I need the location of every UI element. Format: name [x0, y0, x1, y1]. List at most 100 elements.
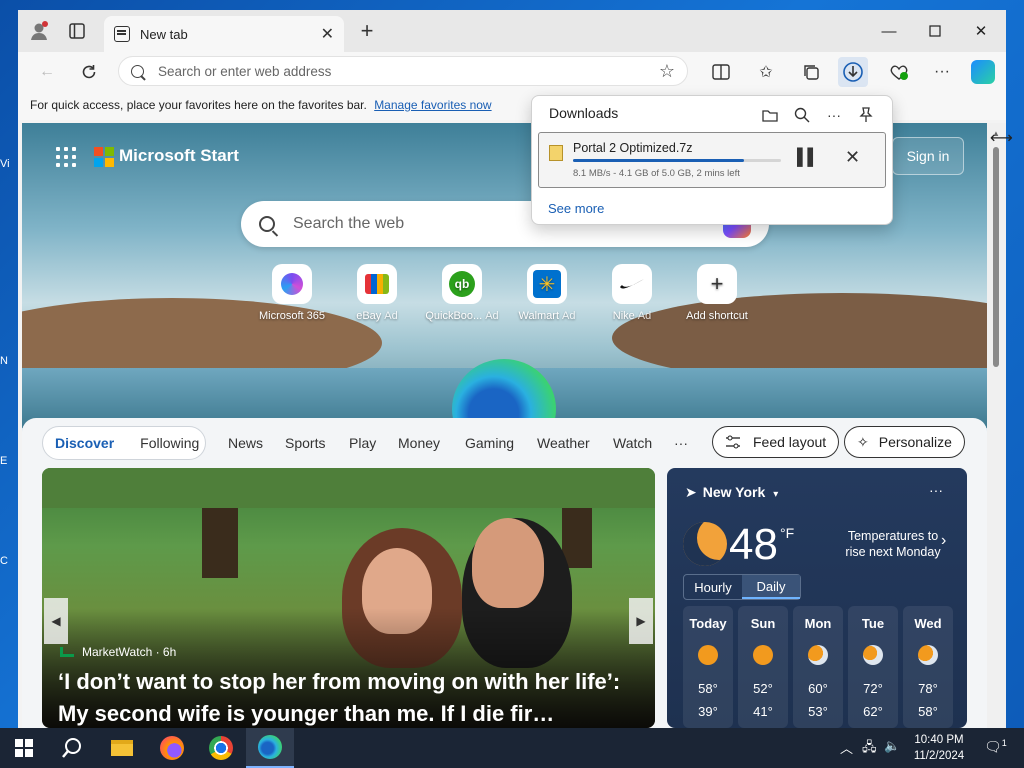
nav-watch[interactable]: Watch: [613, 435, 652, 451]
hourly-tab[interactable]: Hourly: [684, 575, 742, 599]
forecast-day[interactable]: Sun 52° 41°: [738, 606, 788, 728]
desktop-icon-label[interactable]: Vi: [0, 158, 18, 170]
collections-icon[interactable]: [796, 57, 826, 87]
partly-cloudy-icon: [918, 645, 938, 665]
page-scrollbar[interactable]: ▲: [987, 123, 1006, 728]
walmart-icon: ✳: [527, 264, 567, 304]
archive-file-icon: [549, 145, 563, 161]
forecast-day[interactable]: Wed 78° 58°: [903, 606, 953, 728]
shortcut-nike[interactable]: Nike Ad: [587, 264, 677, 322]
volume-muted-icon[interactable]: 🔈: [884, 738, 900, 754]
chrome-icon[interactable]: [197, 728, 245, 768]
address-bar[interactable]: Search or enter web address ☆: [118, 56, 688, 86]
search-icon[interactable]: [48, 728, 96, 768]
featured-article-card[interactable]: ◀ ▶ MarketWatch · 6h ‘I don’t want to st…: [42, 468, 655, 728]
daily-tab[interactable]: Daily: [742, 575, 800, 599]
profile-icon[interactable]: [24, 16, 54, 46]
next-article-button[interactable]: ▶: [629, 598, 653, 644]
close-window-button[interactable]: ✕: [958, 10, 1004, 52]
taskbar: ︿ 🖧 🔈 10:40 PM 11/2/2024 🗨1: [0, 728, 1024, 768]
tab-new-tab[interactable]: New tab ✕: [104, 16, 344, 52]
forecast-day[interactable]: Mon 60° 53°: [793, 606, 843, 728]
nav-weather[interactable]: Weather: [537, 435, 590, 451]
low-temp: 53°: [808, 704, 828, 719]
previous-article-button[interactable]: ◀: [44, 598, 68, 644]
ebay-icon: [357, 264, 397, 304]
tab-actions-icon[interactable]: [62, 16, 92, 46]
nav-play[interactable]: Play: [349, 435, 376, 451]
personalize-button[interactable]: ✧ Personalize: [844, 426, 965, 458]
copilot-icon[interactable]: [968, 57, 998, 87]
sign-in-button[interactable]: Sign in: [892, 137, 964, 175]
cancel-download-icon[interactable]: ✕: [845, 147, 860, 168]
shortcut-ebay[interactable]: eBay Ad: [332, 264, 422, 322]
low-temp: 62°: [863, 704, 883, 719]
nike-swoosh-icon: [612, 264, 652, 304]
shortcut-label: Add shortcut: [686, 310, 748, 322]
maximize-button[interactable]: [912, 10, 958, 52]
sunny-icon: [698, 645, 718, 665]
nav-gaming[interactable]: Gaming: [465, 435, 514, 451]
plus-icon: +: [697, 264, 737, 304]
desktop-icon-label[interactable]: E: [0, 455, 18, 467]
weather-card[interactable]: ➤ New York ▾ ··· 48 °F Temperatures to ris…: [667, 468, 967, 728]
download-item[interactable]: Portal 2 Optimized.7z 8.1 MB/s - 4.1 GB …: [538, 132, 886, 188]
more-options-icon[interactable]: ···: [821, 102, 847, 128]
manage-favorites-link[interactable]: Manage favorites now: [374, 98, 491, 112]
split-screen-icon[interactable]: [706, 57, 736, 87]
minimize-button[interactable]: —: [866, 10, 912, 52]
feed-layout-button[interactable]: Feed layout: [712, 426, 840, 458]
app-launcher-icon[interactable]: [56, 147, 76, 167]
downloads-icon[interactable]: [838, 57, 868, 87]
back-arrow-icon[interactable]: ←: [32, 57, 62, 87]
file-explorer-icon[interactable]: [98, 728, 146, 768]
sliders-icon: [726, 435, 740, 449]
download-file-name: Portal 2 Optimized.7z: [573, 141, 693, 155]
desktop-icon-label[interactable]: N: [0, 355, 18, 367]
tab-discover[interactable]: Discover: [43, 435, 114, 451]
nav-money[interactable]: Money: [398, 435, 440, 451]
pin-icon[interactable]: [853, 102, 879, 128]
chevron-right-icon[interactable]: ›: [941, 532, 946, 550]
shortcut-label: QuickBoo...: [425, 310, 483, 322]
shortcut-walmart[interactable]: ✳ Walmart Ad: [502, 264, 592, 322]
tab-following[interactable]: Following: [114, 435, 199, 451]
notification-center-icon[interactable]: 🗨1: [984, 738, 1007, 756]
nav-news[interactable]: News: [228, 435, 263, 451]
new-tab-button[interactable]: +: [352, 16, 382, 46]
show-hidden-icons-icon[interactable]: ︿: [840, 738, 853, 757]
system-clock[interactable]: 10:40 PM 11/2/2024: [908, 732, 970, 764]
see-more-link[interactable]: See more: [548, 201, 604, 216]
start-windows-icon[interactable]: [0, 728, 48, 768]
nav-sports[interactable]: Sports: [285, 435, 325, 451]
forecast-day[interactable]: Today 58° 39°: [683, 606, 733, 728]
clock-date: 11/2/2024: [913, 750, 965, 762]
open-folder-icon[interactable]: [757, 102, 783, 128]
search-icon: [131, 64, 144, 78]
nav-more-icon[interactable]: ···: [674, 435, 688, 451]
article-title[interactable]: ‘I don’t want to stop her from moving on…: [58, 666, 648, 728]
high-temp: 52°: [753, 681, 773, 696]
settings-more-icon[interactable]: ···: [927, 57, 957, 87]
high-temp: 60°: [808, 681, 828, 696]
network-icon[interactable]: 🖧: [862, 738, 877, 760]
weather-location[interactable]: ➤ New York ▾: [685, 484, 778, 501]
desktop-icon-label[interactable]: C: [0, 555, 18, 567]
edge-taskbar-icon[interactable]: [246, 728, 294, 768]
refresh-icon[interactable]: [74, 57, 104, 87]
search-downloads-icon[interactable]: [789, 102, 815, 128]
favorites-icon[interactable]: ✩: [751, 57, 781, 87]
forecast-day[interactable]: Tue 72° 62°: [848, 606, 898, 728]
favorite-star-icon[interactable]: ☆: [659, 61, 675, 82]
close-tab-icon[interactable]: ✕: [321, 24, 334, 44]
firefox-icon[interactable]: [148, 728, 196, 768]
shortcut-microsoft-365[interactable]: Microsoft 365: [247, 264, 337, 322]
shortcut-quickbooks[interactable]: qb QuickBoo... Ad: [417, 264, 507, 322]
article-source: MarketWatch · 6h: [60, 645, 176, 659]
browser-essentials-icon[interactable]: [884, 57, 914, 87]
pause-download-icon[interactable]: ▌▌: [797, 149, 819, 167]
shortcut-add[interactable]: + Add shortcut: [672, 264, 762, 322]
weather-more-icon[interactable]: ···: [929, 482, 943, 498]
weather-alert[interactable]: Temperatures to rise next Monday: [841, 528, 945, 560]
scrollbar-thumb[interactable]: [993, 147, 999, 367]
